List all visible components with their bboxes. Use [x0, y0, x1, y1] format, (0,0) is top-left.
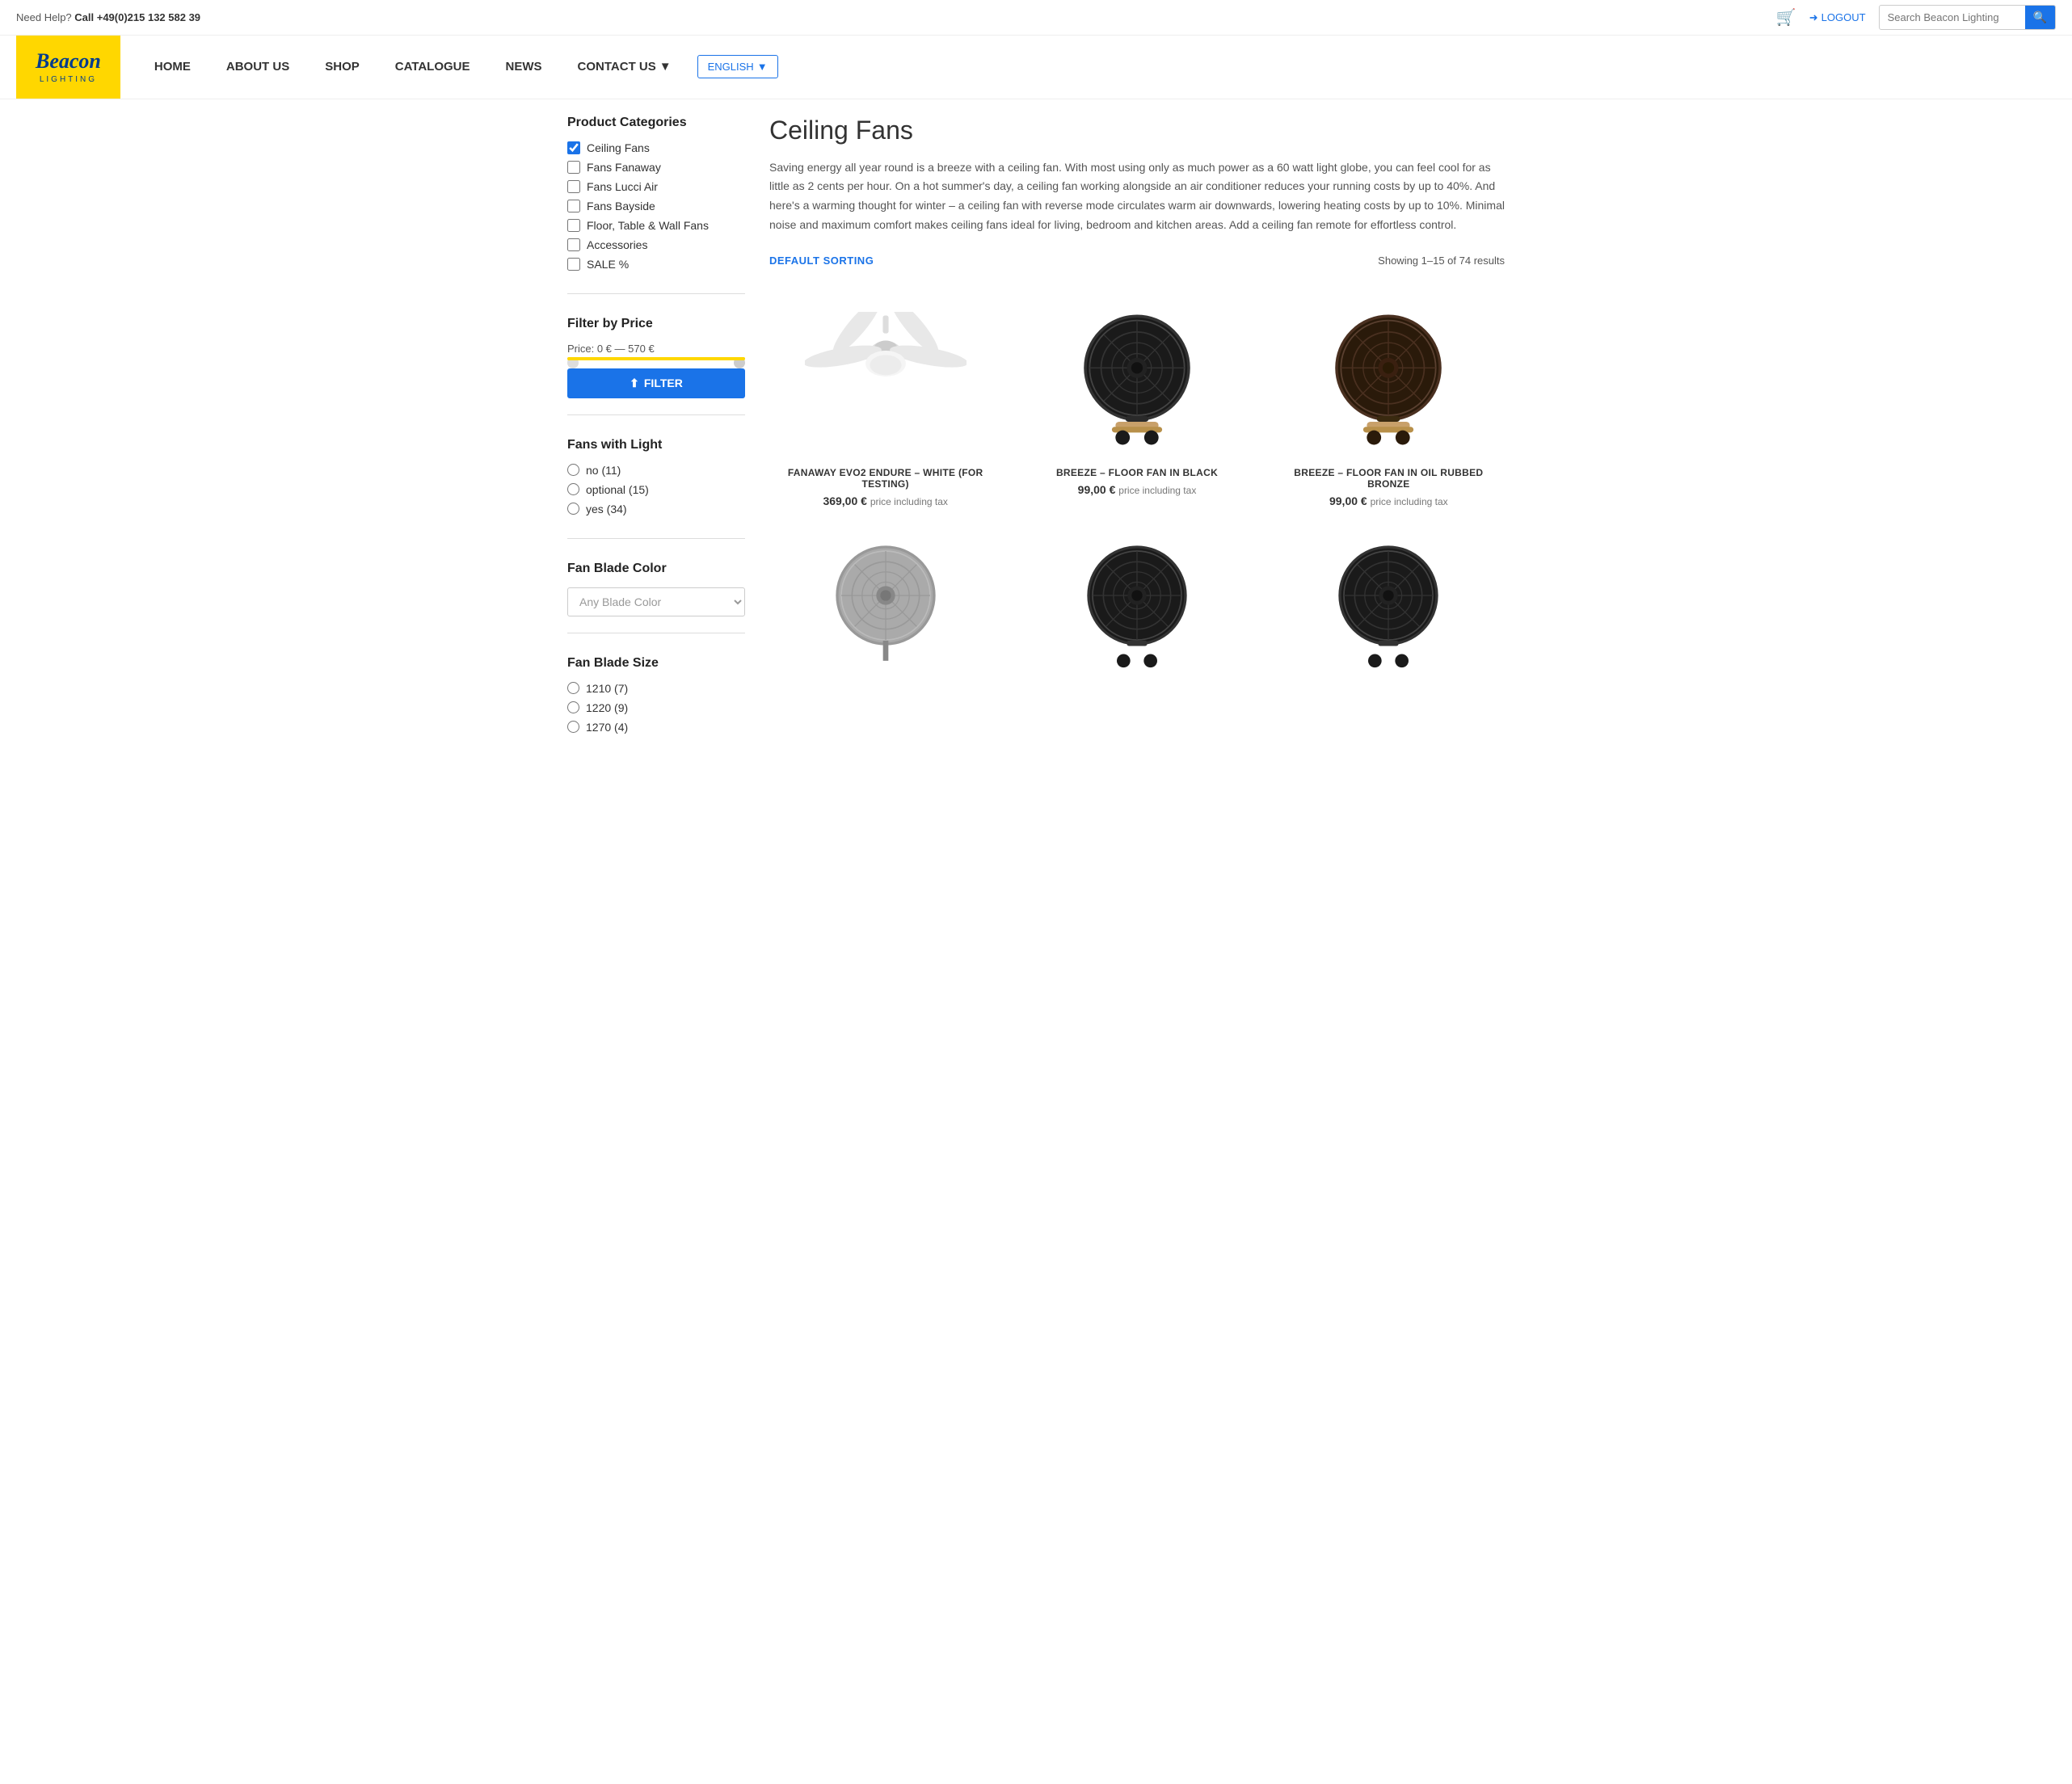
top-bar-right: 🛒 ➜ LOGOUT 🔍 [1776, 5, 2056, 30]
logo-sub: LIGHTING [36, 75, 101, 84]
nav-contact[interactable]: CONTACT US ▼ [560, 37, 689, 96]
help-text: Need Help? Call +49(0)215 132 582 39 [16, 11, 200, 23]
category-ceiling-fans[interactable]: Ceiling Fans [567, 141, 745, 154]
floor-fan-silver-svg [825, 527, 946, 672]
product-name-1: FANAWAY EVO2 ENDURE – WHITE (FOR TESTING… [769, 467, 1001, 490]
blade-color-section: Fan Blade Color Any Blade Color [567, 562, 745, 633]
category-fans-fanaway[interactable]: Fans Fanaway [567, 161, 745, 174]
product-card-1[interactable]: FANAWAY EVO2 ENDURE – WHITE (FOR TESTING… [769, 296, 1001, 507]
category-floor-fans[interactable]: Floor, Table & Wall Fans [567, 219, 745, 232]
blade-color-select[interactable]: Any Blade Color [567, 587, 745, 616]
product-card-3[interactable]: BREEZE – FLOOR FAN IN OIL RUBBED BRONZE … [1273, 296, 1505, 507]
page-layout: Product Categories Ceiling Fans Fans Fan… [551, 99, 1521, 795]
toolbar: DEFAULT SORTING Showing 1–15 of 74 resul… [769, 255, 1505, 276]
category-checkbox-fanaway[interactable] [567, 161, 580, 174]
product-image-1 [769, 296, 1001, 457]
blade-size-1210[interactable]: 1210 (7) [567, 682, 745, 695]
blade-size-section: Fan Blade Size 1210 (7) 1220 (9) 1270 (4… [567, 656, 745, 756]
nav-news[interactable]: NEWS [488, 37, 560, 96]
results-count: Showing 1–15 of 74 results [1378, 255, 1505, 267]
category-checkbox-floor[interactable] [567, 219, 580, 232]
categories-title: Product Categories [567, 116, 745, 130]
language-button[interactable]: ENGLISH ▼ [697, 55, 778, 78]
product-card-4[interactable] [769, 527, 1001, 672]
product-price-1: 369,00 € price including tax [769, 494, 1001, 507]
categories-section: Product Categories Ceiling Fans Fans Fan… [567, 116, 745, 294]
fans-light-no[interactable]: no (11) [567, 464, 745, 477]
floor-fan-bronze-svg [1324, 300, 1453, 453]
product-name-2: BREEZE – FLOOR FAN IN BLACK [1021, 467, 1253, 478]
price-range-label: Price: 0 € — 570 € [567, 343, 745, 355]
main-content: Ceiling Fans Saving energy all year roun… [769, 116, 1505, 779]
category-checkbox-sale[interactable] [567, 258, 580, 271]
category-fans-bayside[interactable]: Fans Bayside [567, 200, 745, 212]
cart-icon[interactable]: 🛒 [1776, 7, 1796, 27]
search-bar: 🔍 [1879, 5, 2056, 30]
category-accessories[interactable]: Accessories [567, 238, 745, 251]
product-card-6[interactable] [1273, 527, 1505, 672]
price-track [567, 357, 745, 360]
nav-about[interactable]: ABOUT US [208, 37, 307, 96]
chevron-down-icon: ▼ [757, 61, 768, 73]
category-sale[interactable]: SALE % [567, 258, 745, 271]
fans-light-title: Fans with Light [567, 438, 745, 452]
nav-shop[interactable]: SHOP [307, 37, 377, 96]
blade-size-1270[interactable]: 1270 (4) [567, 721, 745, 734]
category-checkbox-accessories[interactable] [567, 238, 580, 251]
product-card-5[interactable] [1021, 527, 1253, 672]
product-grid: FANAWAY EVO2 ENDURE – WHITE (FOR TESTING… [769, 296, 1505, 672]
product-name-3: BREEZE – FLOOR FAN IN OIL RUBBED BRONZE [1273, 467, 1505, 490]
product-image-2 [1021, 296, 1253, 457]
filter-icon: ⬆ [630, 377, 639, 390]
logo[interactable]: Beacon LIGHTING [16, 36, 120, 99]
category-checkbox-ceiling[interactable] [567, 141, 580, 154]
header: Beacon LIGHTING HOME ABOUT US SHOP CATAL… [0, 36, 2072, 99]
floor-fan-black-svg [1072, 300, 1202, 453]
logout-arrow-icon: ➜ [1809, 11, 1818, 24]
price-track-fill [567, 357, 745, 360]
chevron-down-icon: ▼ [659, 60, 672, 74]
product-image-4 [769, 527, 1001, 672]
sort-button[interactable]: DEFAULT SORTING [769, 255, 874, 267]
blade-size-title: Fan Blade Size [567, 656, 745, 671]
logo-main: Beacon [36, 50, 101, 74]
nav-catalogue[interactable]: CATALOGUE [377, 37, 488, 96]
search-button[interactable]: 🔍 [2025, 6, 2055, 29]
top-bar: Need Help? Call +49(0)215 132 582 39 🛒 ➜… [0, 0, 2072, 36]
product-image-5 [1021, 527, 1253, 672]
page-title: Ceiling Fans [769, 116, 1505, 145]
ceiling-fan-svg [805, 312, 967, 441]
sidebar: Product Categories Ceiling Fans Fans Fan… [567, 116, 745, 779]
category-fans-lucci[interactable]: Fans Lucci Air [567, 180, 745, 193]
product-image-3 [1273, 296, 1505, 457]
blade-color-title: Fan Blade Color [567, 562, 745, 576]
category-checkbox-bayside[interactable] [567, 200, 580, 212]
blade-size-1220[interactable]: 1220 (9) [567, 701, 745, 714]
filter-button[interactable]: ⬆ FILTER [567, 368, 745, 398]
product-price-2: 99,00 € price including tax [1021, 483, 1253, 496]
fans-light-yes[interactable]: yes (34) [567, 503, 745, 515]
product-image-6 [1273, 527, 1505, 672]
fans-light-section: Fans with Light no (11) optional (15) ye… [567, 438, 745, 539]
product-card-2[interactable]: BREEZE – FLOOR FAN IN BLACK 99,00 € pric… [1021, 296, 1253, 507]
page-description: Saving energy all year round is a breeze… [769, 158, 1505, 235]
category-checkbox-lucci[interactable] [567, 180, 580, 193]
floor-fan-dark-svg [1076, 527, 1198, 672]
price-filter-title: Filter by Price [567, 317, 745, 331]
nav-home[interactable]: HOME [137, 37, 208, 96]
search-input[interactable] [1880, 7, 2025, 27]
floor-fan-dark2-svg [1328, 527, 1449, 672]
fans-light-optional[interactable]: optional (15) [567, 483, 745, 496]
product-price-3: 99,00 € price including tax [1273, 494, 1505, 507]
main-nav: HOME ABOUT US SHOP CATALOGUE NEWS CONTAC… [120, 37, 2056, 96]
logout-button[interactable]: ➜ LOGOUT [1809, 11, 1866, 24]
price-filter-section: Filter by Price Price: 0 € — 570 € ⬆ FIL… [567, 317, 745, 415]
